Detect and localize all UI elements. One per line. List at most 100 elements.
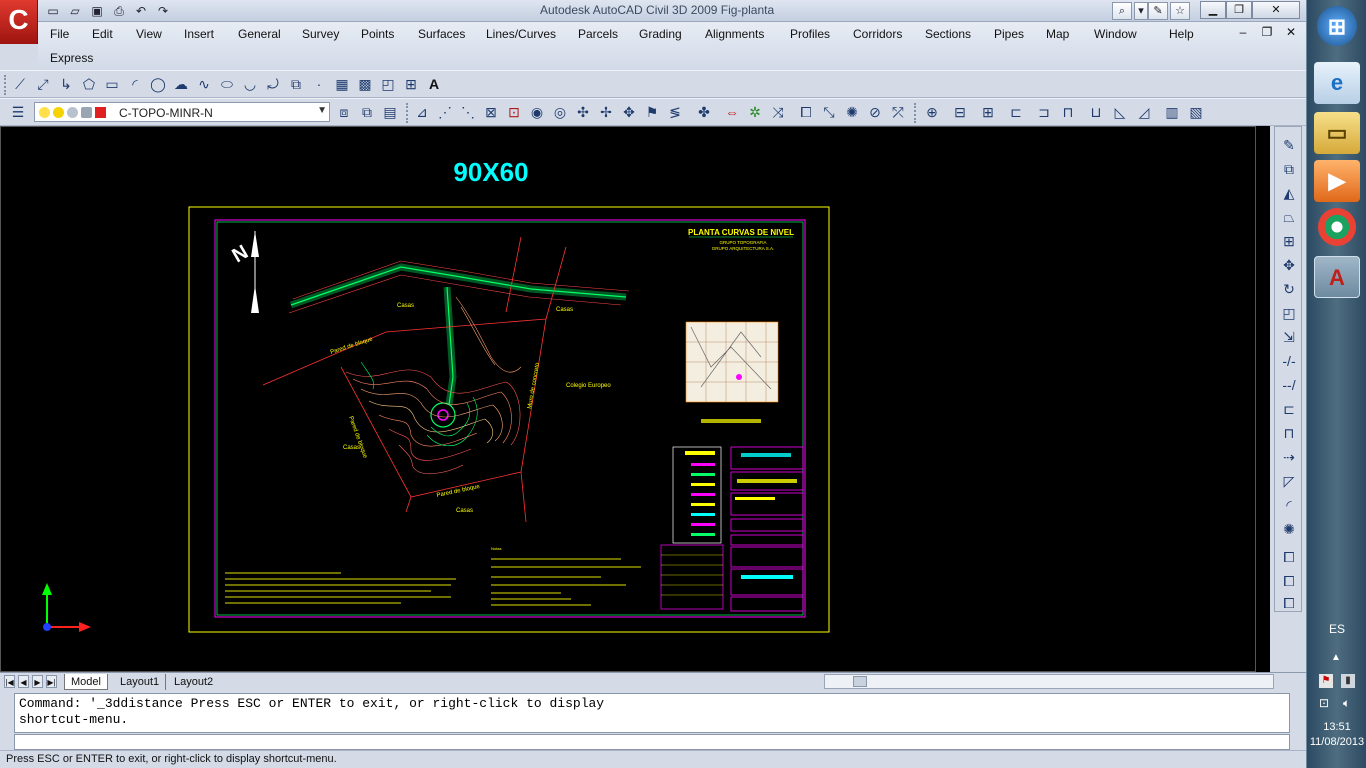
menu-file[interactable]: File (50, 27, 69, 41)
civil-tool-32-icon[interactable]: ▧ (1186, 102, 1206, 122)
civil-tool-2-icon[interactable]: ⋰ (435, 102, 455, 122)
doc-restore-icon[interactable]: ❐ (1258, 25, 1276, 41)
show-hidden-icons-icon[interactable]: ▲ (1331, 652, 1341, 663)
civil-tool-7-icon[interactable]: ◎ (550, 102, 570, 122)
menu-view[interactable]: View (136, 27, 162, 41)
draworder-1-icon[interactable]: ⧠ (1279, 547, 1299, 567)
mirror-icon[interactable]: ◭ (1279, 183, 1299, 203)
menu-general[interactable]: General (238, 27, 281, 41)
arc-icon[interactable]: ◜ (125, 74, 145, 94)
search-options-icon[interactable]: ▾ (1134, 2, 1148, 20)
menu-edit[interactable]: Edit (92, 27, 113, 41)
join-icon[interactable]: ⇢ (1279, 447, 1299, 467)
chevron-down-icon[interactable]: ▼ (317, 105, 327, 116)
comm-center-icon[interactable]: ✎ (1148, 2, 1168, 20)
civil-tool-4-icon[interactable]: ⊠ (481, 102, 501, 122)
menu-insert[interactable]: Insert (184, 27, 214, 41)
command-input[interactable] (14, 734, 1290, 750)
circle-icon[interactable]: ◯ (148, 74, 168, 94)
break-icon[interactable]: ⊓ (1279, 423, 1299, 443)
undo-icon[interactable]: ↶ (132, 3, 150, 19)
civil-tool-14-icon[interactable]: ⇔ (722, 102, 742, 122)
array-icon[interactable]: ⊞ (1279, 231, 1299, 251)
menu-help[interactable]: Help (1169, 27, 1194, 41)
horizontal-scrollbar[interactable] (824, 674, 1274, 689)
system-clock[interactable]: 13:51 11/08/2013 (1307, 720, 1366, 750)
drawing-canvas[interactable]: 90X60 N PLANTA CURVAS DE NIVEL GRUPO TOP… (0, 126, 1256, 672)
civil-tool-21-icon[interactable]: ⤱ (888, 102, 908, 122)
layer-dropdown[interactable]: C-TOPO-MINR-N ▼ (34, 102, 330, 122)
tab-model[interactable]: Model (64, 674, 108, 690)
gradient-icon[interactable]: ▩ (355, 74, 375, 94)
spline-icon[interactable]: ∿ (194, 74, 214, 94)
layer-properties-icon[interactable]: ☰ (8, 102, 28, 122)
menu-sections[interactable]: Sections (925, 27, 971, 41)
new-icon[interactable]: ▭ (44, 3, 62, 19)
minimize-icon[interactable]: ▁ (1200, 1, 1226, 19)
civil-tool-17-icon[interactable]: ⧠ (796, 102, 816, 122)
civil-tool-22-icon[interactable]: ⊕ (922, 102, 942, 122)
save-icon[interactable]: ▣ (88, 3, 106, 19)
explode-icon[interactable]: ✺ (1279, 519, 1299, 539)
autocad-icon[interactable]: A (1314, 256, 1360, 298)
menu-alignments[interactable]: Alignments (705, 27, 764, 41)
civil-tool-25-icon[interactable]: ⊏ (1006, 102, 1026, 122)
doc-close-icon[interactable]: ✕ (1282, 25, 1300, 41)
menu-profiles[interactable]: Profiles (790, 27, 830, 41)
restore-icon[interactable]: ❐ (1226, 1, 1252, 19)
rotate-icon[interactable]: ↻ (1279, 279, 1299, 299)
civil-tool-30-icon[interactable]: ◿ (1134, 102, 1154, 122)
ellipse-icon[interactable]: ⬭ (217, 74, 237, 94)
tab-layout1[interactable]: Layout1 (114, 674, 167, 690)
civil-tool-28-icon[interactable]: ⊔ (1086, 102, 1106, 122)
file-explorer-icon[interactable]: ▭ (1314, 112, 1360, 154)
civil-tool-13-icon[interactable]: ✤ (694, 102, 714, 122)
civil-tool-18-icon[interactable]: ⤡ (819, 102, 839, 122)
civil-tool-10-icon[interactable]: ✥ (619, 102, 639, 122)
windows-start-icon[interactable]: ⊞ (1317, 6, 1357, 46)
polygon-icon[interactable]: ⬠ (79, 74, 99, 94)
menu-window[interactable]: Window (1094, 27, 1137, 41)
action-center-icon[interactable]: ⚑ (1319, 674, 1333, 688)
menu-points[interactable]: Points (361, 27, 394, 41)
internet-explorer-icon[interactable]: e (1314, 62, 1360, 104)
print-icon[interactable]: ⎙ (110, 3, 128, 19)
civil-tool-16-icon[interactable]: ⤨ (768, 102, 788, 122)
line-icon[interactable]: ⟋ (10, 74, 30, 94)
civil-tool-3-icon[interactable]: ⋱ (458, 102, 478, 122)
civil-tool-12-icon[interactable]: ≶ (665, 102, 685, 122)
toolbar-grip[interactable] (914, 103, 918, 123)
region-icon[interactable]: ◰ (378, 74, 398, 94)
civil-tool-15-icon[interactable]: ✲ (745, 102, 765, 122)
menu-map[interactable]: Map (1046, 27, 1069, 41)
language-indicator[interactable]: ES (1307, 622, 1366, 636)
civil-tool-29-icon[interactable]: ◺ (1110, 102, 1130, 122)
scale-icon[interactable]: ◰ (1279, 303, 1299, 323)
open-icon[interactable]: ▱ (66, 3, 84, 19)
menu-survey[interactable]: Survey (302, 27, 339, 41)
stretch-icon[interactable]: ⇲ (1279, 327, 1299, 347)
revision-cloud-icon[interactable]: ☁ (171, 74, 191, 94)
next-tab-icon[interactable]: ▶ (32, 675, 43, 688)
menu-surfaces[interactable]: Surfaces (418, 27, 465, 41)
make-current-icon[interactable]: ⧈ (334, 102, 354, 122)
break-at-point-icon[interactable]: ⊏ (1279, 399, 1299, 419)
move-icon[interactable]: ✥ (1279, 255, 1299, 275)
media-player-icon[interactable]: ▶ (1314, 160, 1360, 202)
civil-tool-1-icon[interactable]: ⊿ (412, 102, 432, 122)
erase-icon[interactable]: ✎ (1279, 135, 1299, 155)
last-tab-icon[interactable]: ▶| (46, 675, 57, 688)
power-icon[interactable]: ▮ (1341, 674, 1355, 688)
civil-tool-26-icon[interactable]: ⊐ (1034, 102, 1054, 122)
layer-previous-icon[interactable]: ⧉ (357, 102, 377, 122)
close-icon[interactable]: ✕ (1252, 1, 1300, 19)
multiline-text-icon[interactable]: A (424, 74, 444, 94)
table-icon[interactable]: ⊞ (401, 74, 421, 94)
civil-tool-11-icon[interactable]: ⚑ (642, 102, 662, 122)
doc-minimize-icon[interactable]: – (1234, 25, 1252, 41)
app-menu-button[interactable]: C (0, 0, 38, 44)
toolbar-grip[interactable] (406, 103, 410, 123)
draworder-2-icon[interactable]: ⧠ (1279, 571, 1299, 591)
civil-tool-27-icon[interactable]: ⊓ (1058, 102, 1078, 122)
layer-states-icon[interactable]: ▤ (380, 102, 400, 122)
